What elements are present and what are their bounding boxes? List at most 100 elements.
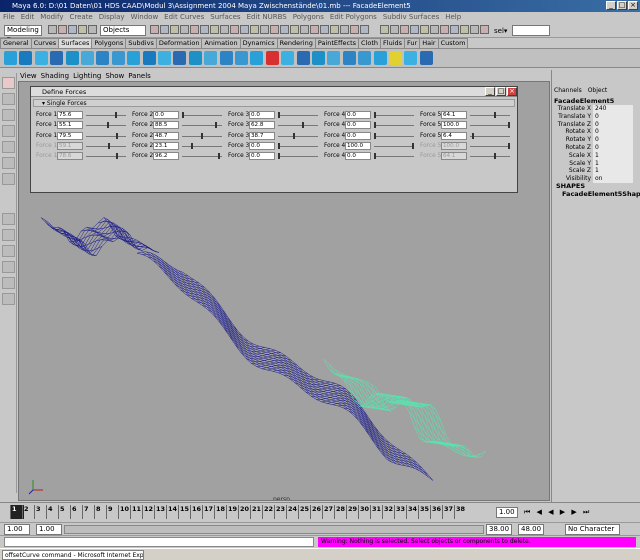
slider-handle[interactable] bbox=[508, 122, 510, 129]
force-value-field[interactable]: 79.5 bbox=[57, 131, 83, 140]
force-slider[interactable] bbox=[182, 115, 222, 116]
inner-end-field[interactable]: 38.00 bbox=[486, 524, 512, 535]
slider-handle[interactable] bbox=[374, 112, 376, 118]
rotate-tool-icon[interactable] bbox=[2, 125, 15, 137]
layout-single-icon[interactable] bbox=[2, 213, 15, 225]
channel-row[interactable]: Translate Y0 bbox=[552, 112, 640, 121]
slider-handle[interactable] bbox=[218, 153, 221, 160]
shelf-tool-icon[interactable] bbox=[34, 51, 48, 65]
status-tool-icon[interactable] bbox=[240, 25, 249, 34]
range-bar[interactable] bbox=[64, 525, 484, 534]
shelf-tool-icon[interactable] bbox=[204, 51, 218, 65]
status-tool-icon[interactable] bbox=[220, 25, 229, 34]
mode-select[interactable]: Modeling ▾ bbox=[4, 25, 42, 43]
close-button[interactable]: × bbox=[628, 1, 638, 10]
sel-label[interactable]: sel▾ bbox=[494, 27, 507, 35]
channel-value[interactable]: 1 bbox=[593, 167, 633, 176]
status-tool-icon[interactable] bbox=[410, 25, 419, 34]
status-tool-icon[interactable] bbox=[420, 25, 429, 34]
shelf-tab-polygons[interactable]: Polygons bbox=[91, 38, 127, 48]
shelf-tab-surfaces[interactable]: Surfaces bbox=[58, 38, 93, 48]
force-slider[interactable] bbox=[86, 135, 126, 137]
channel-value[interactable]: 0 bbox=[593, 112, 633, 121]
force-slider[interactable] bbox=[182, 156, 222, 158]
force-slider[interactable] bbox=[278, 156, 318, 158]
panel-menu-panels[interactable]: Panels bbox=[128, 72, 151, 80]
single-forces-section[interactable]: ▾ Single Forces bbox=[33, 99, 515, 107]
channel-row[interactable]: Translate X 240 bbox=[552, 105, 640, 113]
status-tool-icon[interactable] bbox=[58, 25, 67, 34]
force-value-field[interactable]: 38.7 bbox=[249, 131, 275, 140]
force-slider[interactable] bbox=[278, 125, 318, 127]
status-tool-icon[interactable] bbox=[290, 25, 299, 34]
shelf-tab-curves[interactable]: Curves bbox=[30, 38, 60, 48]
force-value-field[interactable]: 88.5 bbox=[153, 121, 179, 130]
status-tool-icon[interactable] bbox=[250, 25, 259, 34]
channel-row[interactable]: Rotate Y0 bbox=[552, 136, 640, 144]
force-value-field[interactable]: 0.0 bbox=[345, 111, 371, 119]
menu-display[interactable]: Display bbox=[99, 13, 125, 21]
layout-side-icon[interactable] bbox=[2, 245, 15, 257]
slider-handle[interactable] bbox=[374, 132, 376, 139]
quick-select-input[interactable] bbox=[512, 25, 550, 36]
status-tool-icon[interactable] bbox=[88, 25, 97, 34]
dialog-maximize-button[interactable]: □ bbox=[496, 87, 506, 96]
slider-handle[interactable] bbox=[278, 112, 280, 118]
menu-edit[interactable]: Edit bbox=[21, 13, 35, 21]
scale-tool-icon[interactable] bbox=[2, 141, 15, 153]
shelf-tool-icon[interactable] bbox=[373, 51, 387, 65]
slider-handle[interactable] bbox=[190, 142, 193, 149]
channel-row[interactable]: Rotate X0 bbox=[552, 128, 640, 137]
last-tool-icon[interactable] bbox=[2, 173, 15, 185]
status-tool-icon[interactable] bbox=[48, 25, 57, 34]
channels-menu[interactable]: Channels bbox=[554, 87, 582, 94]
status-tool-icon[interactable] bbox=[320, 25, 329, 34]
channel-row[interactable]: Translate Z0 bbox=[552, 120, 640, 129]
slider-handle[interactable] bbox=[412, 142, 414, 149]
start-time-field[interactable]: 1.00 bbox=[4, 524, 30, 535]
force-slider[interactable] bbox=[278, 145, 318, 147]
menu-surfaces[interactable]: Surfaces bbox=[210, 13, 240, 21]
shelf-tool-icon[interactable] bbox=[96, 51, 110, 65]
status-tool-icon[interactable] bbox=[200, 25, 209, 34]
status-tool-icon[interactable] bbox=[180, 25, 189, 34]
dialog-close-button[interactable]: × bbox=[507, 87, 517, 96]
shelf-tool-icon[interactable] bbox=[173, 51, 187, 65]
slider-handle[interactable] bbox=[292, 132, 295, 139]
menu-edit-nurbs[interactable]: Edit NURBS bbox=[247, 13, 287, 21]
channel-row[interactable]: Scale Y1 bbox=[552, 159, 640, 168]
force-value-field[interactable]: 0.0 bbox=[249, 111, 275, 119]
status-tool-icon[interactable] bbox=[78, 25, 87, 34]
status-tool-icon[interactable] bbox=[480, 25, 489, 34]
character-set-select[interactable]: No Character Set bbox=[565, 524, 620, 542]
current-frame-field[interactable]: 1.00 bbox=[496, 507, 518, 518]
playback-controls[interactable]: ⏮ ◀ ◀ ▶ ▶ ⏭ bbox=[524, 508, 591, 517]
force-slider[interactable] bbox=[470, 115, 510, 116]
force-value-field[interactable]: 6.4 bbox=[441, 131, 467, 140]
end-time-field[interactable]: 48.00 bbox=[518, 524, 544, 535]
shelf-tab-custom[interactable]: Custom bbox=[437, 38, 469, 48]
status-tool-icon[interactable] bbox=[360, 25, 369, 34]
force-value-field[interactable]: 0.0 bbox=[249, 152, 275, 161]
status-tool-icon[interactable] bbox=[390, 25, 399, 34]
shelf-tool-icon[interactable] bbox=[265, 51, 279, 65]
menu-polygons[interactable]: Polygons bbox=[293, 13, 324, 21]
status-tool-icon[interactable] bbox=[280, 25, 289, 34]
menu-help[interactable]: Help bbox=[445, 13, 461, 21]
force-value-field[interactable]: 23.1 bbox=[153, 141, 179, 150]
shelf-tool-icon[interactable] bbox=[389, 51, 402, 65]
force-value-field[interactable]: 48.7 bbox=[153, 131, 179, 140]
force-value-field[interactable]: 0.0 bbox=[345, 152, 371, 161]
shelf-tool-icon[interactable] bbox=[111, 51, 125, 65]
force-slider[interactable] bbox=[182, 145, 222, 147]
shelf-tab-deformation[interactable]: Deformation bbox=[155, 38, 203, 48]
status-tool-icon[interactable] bbox=[430, 25, 439, 34]
selection-mask-select[interactable]: Objects bbox=[100, 25, 146, 36]
status-tool-icon[interactable] bbox=[300, 25, 309, 34]
layout-stack-icon[interactable] bbox=[2, 261, 15, 273]
shelf-tool-icon[interactable] bbox=[142, 51, 156, 65]
mel-input[interactable] bbox=[4, 537, 314, 547]
force-value-field[interactable]: 0.0 bbox=[345, 121, 371, 130]
force-value-field[interactable]: 62.8 bbox=[249, 121, 275, 130]
force-value-field[interactable]: 0.0 bbox=[345, 131, 371, 140]
